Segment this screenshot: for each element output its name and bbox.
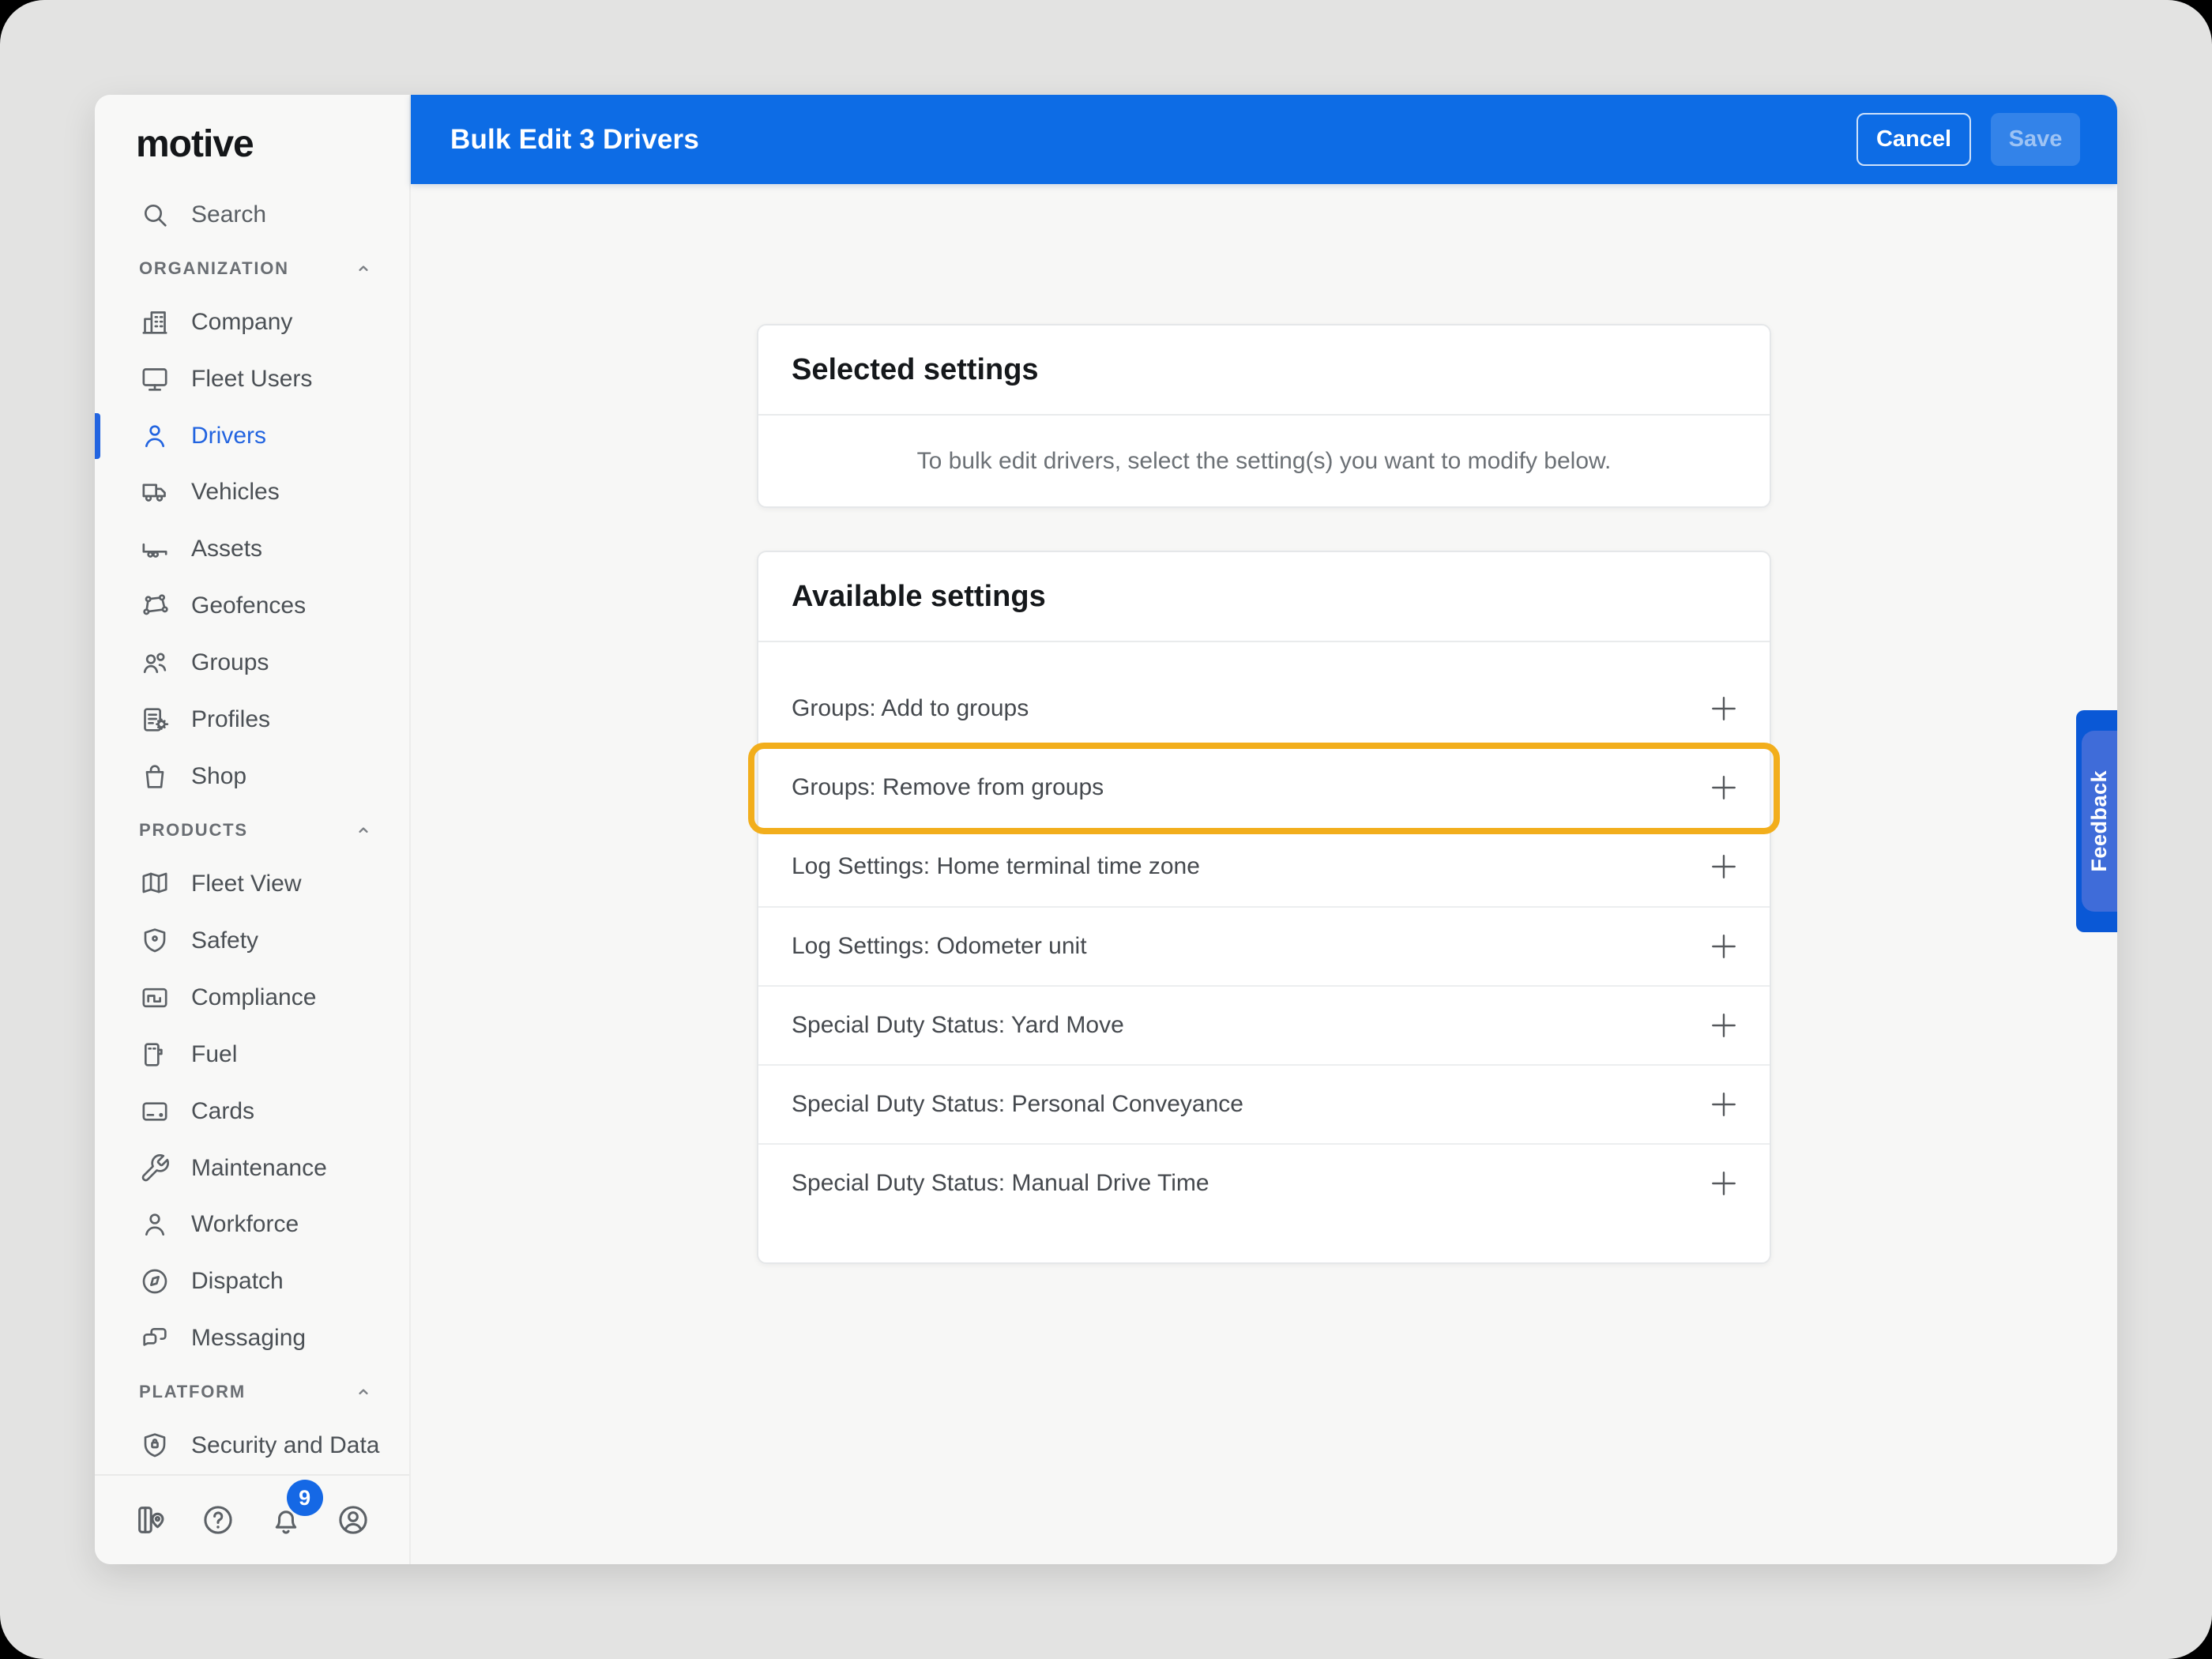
notifications-bell-icon[interactable]: 9 <box>268 1502 304 1538</box>
plus-icon[interactable] <box>1706 1166 1741 1201</box>
plus-icon[interactable] <box>1706 691 1741 726</box>
setting-row-manual-drive-time[interactable]: Special Duty Status: Manual Drive Time <box>758 1143 1770 1222</box>
map-icon <box>139 868 171 900</box>
cancel-button[interactable]: Cancel <box>1856 113 1971 166</box>
plus-icon[interactable] <box>1706 929 1741 964</box>
trailer-icon <box>139 533 171 565</box>
sidebar-item-fleet-view[interactable]: Fleet View <box>95 856 409 912</box>
search-icon <box>139 199 171 231</box>
sidebar-item-cards[interactable]: Cards <box>95 1083 409 1140</box>
sidebar-footer: 9 <box>95 1474 409 1564</box>
shopping-bag-icon <box>139 761 171 792</box>
save-button[interactable]: Save <box>1991 113 2080 166</box>
sidebar: motive Search ORGANIZATION Company Fleet… <box>95 95 411 1564</box>
plus-icon[interactable] <box>1706 770 1741 805</box>
plus-icon[interactable] <box>1706 849 1741 884</box>
setting-row-personal-conveyance[interactable]: Special Duty Status: Personal Conveyance <box>758 1064 1770 1143</box>
sidebar-item-profiles[interactable]: Profiles <box>95 691 409 748</box>
chevron-up-icon[interactable] <box>352 258 374 280</box>
truck-icon <box>139 476 171 508</box>
sidebar-item-fuel[interactable]: Fuel <box>95 1026 409 1083</box>
credit-card-icon <box>139 1096 171 1127</box>
setting-row-groups-remove[interactable]: Groups: Remove from groups <box>758 748 1770 827</box>
page-title: Bulk Edit 3 Drivers <box>450 124 699 156</box>
setting-row-yard-move[interactable]: Special Duty Status: Yard Move <box>758 985 1770 1064</box>
help-icon[interactable] <box>200 1502 236 1538</box>
map-pin-book-icon[interactable] <box>133 1502 169 1538</box>
shield-lock-icon <box>139 1430 171 1462</box>
shield-dot-icon <box>139 925 171 957</box>
people-icon <box>139 647 171 679</box>
building-icon <box>139 307 171 338</box>
sidebar-item-company[interactable]: Company <box>95 294 409 351</box>
section-header-products[interactable]: PRODUCTS <box>95 805 409 856</box>
sidebar-item-fleet-users[interactable]: Fleet Users <box>95 351 409 408</box>
app-window: motive Search ORGANIZATION Company Fleet… <box>95 95 2117 1564</box>
wrench-icon <box>139 1153 171 1184</box>
notification-badge: 9 <box>287 1480 323 1516</box>
sidebar-search[interactable]: Search <box>95 186 409 243</box>
available-settings-list: Groups: Add to groups Groups: Remove fro… <box>758 642 1770 1264</box>
feedback-tab[interactable]: Feedback <box>2076 710 2117 932</box>
sidebar-item-workforce[interactable]: Workforce <box>95 1197 409 1254</box>
sidebar-item-messaging[interactable]: Messaging <box>95 1310 409 1367</box>
account-icon[interactable] <box>335 1502 371 1538</box>
geofence-icon <box>139 590 171 622</box>
main-content: Bulk Edit 3 Drivers Cancel Save Selected… <box>411 95 2117 1564</box>
topbar: Bulk Edit 3 Drivers Cancel Save <box>411 95 2117 184</box>
selected-settings-title: Selected settings <box>758 325 1770 416</box>
desktop-background: motive Search ORGANIZATION Company Fleet… <box>0 0 2212 1659</box>
compass-icon <box>139 1266 171 1297</box>
sidebar-item-maintenance[interactable]: Maintenance <box>95 1140 409 1197</box>
chevron-up-icon[interactable] <box>352 1381 374 1403</box>
plus-icon[interactable] <box>1706 1008 1741 1043</box>
chevron-up-icon[interactable] <box>352 819 374 841</box>
search-label: Search <box>191 201 266 228</box>
sidebar-item-vehicles[interactable]: Vehicles <box>95 465 409 521</box>
available-settings-card: Available settings Groups: Add to groups… <box>757 551 1771 1264</box>
sidebar-item-shop[interactable]: Shop <box>95 748 409 805</box>
setting-row-groups-add[interactable]: Groups: Add to groups <box>758 669 1770 748</box>
section-header-platform[interactable]: PLATFORM <box>95 1367 409 1417</box>
feedback-tab-inner: Feedback <box>2082 731 2117 912</box>
sidebar-item-groups[interactable]: Groups <box>95 634 409 691</box>
sidebar-item-geofences[interactable]: Geofences <box>95 577 409 634</box>
plus-icon[interactable] <box>1706 1087 1741 1122</box>
sidebar-item-dispatch[interactable]: Dispatch <box>95 1253 409 1310</box>
sidebar-item-drivers[interactable]: Drivers <box>95 408 409 465</box>
selected-settings-empty-message: To bulk edit drivers, select the setting… <box>758 416 1770 506</box>
sidebar-item-safety[interactable]: Safety <box>95 912 409 969</box>
fuel-pump-icon <box>139 1039 171 1070</box>
section-header-organization[interactable]: ORGANIZATION <box>95 243 409 294</box>
document-gear-icon <box>139 704 171 735</box>
available-settings-title: Available settings <box>758 552 1770 642</box>
chat-bubbles-icon <box>139 1322 171 1354</box>
monitor-icon <box>139 363 171 395</box>
sidebar-item-security-and-data[interactable]: Security and Data <box>95 1417 409 1474</box>
flow-icon <box>139 982 171 1014</box>
selected-settings-card: Selected settings To bulk edit drivers, … <box>757 324 1771 508</box>
person-icon <box>139 1209 171 1240</box>
setting-row-odometer-unit[interactable]: Log Settings: Odometer unit <box>758 906 1770 985</box>
setting-row-home-terminal-time-zone[interactable]: Log Settings: Home terminal time zone <box>758 827 1770 906</box>
person-icon <box>139 420 171 452</box>
sidebar-item-assets[interactable]: Assets <box>95 521 409 577</box>
sidebar-item-compliance[interactable]: Compliance <box>95 969 409 1026</box>
motive-logo[interactable]: motive <box>136 118 409 171</box>
